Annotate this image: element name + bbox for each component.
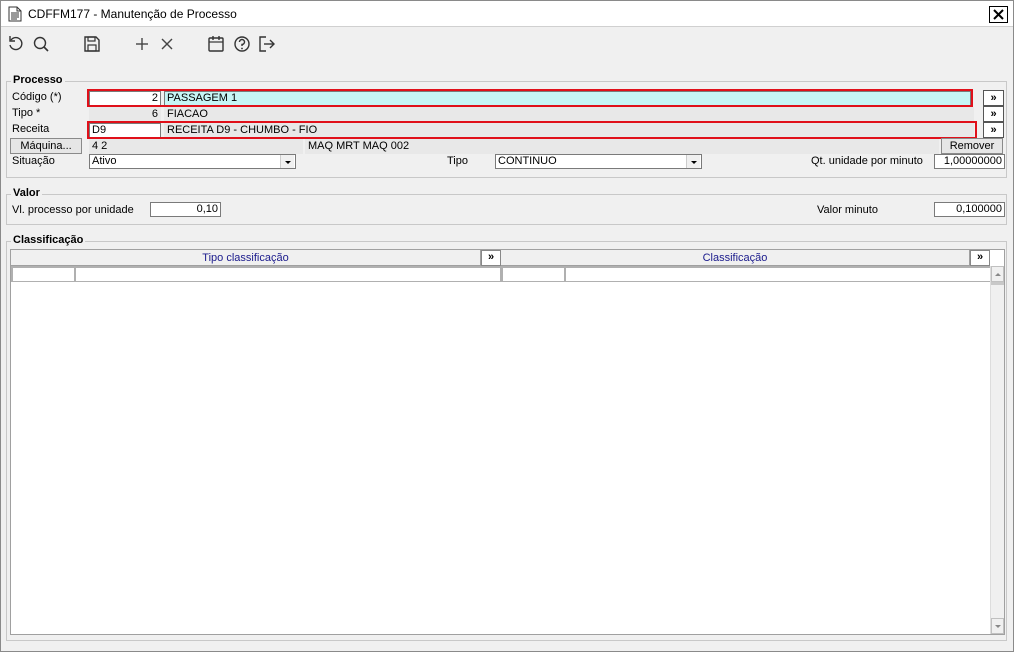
codigo-lookup-button[interactable]: » [983, 90, 1004, 106]
maquina-button[interactable]: Máquina... [10, 138, 82, 154]
maquina-field: 4 2 [89, 139, 303, 154]
column-header-tipo-classificacao[interactable]: Tipo classificação [11, 250, 481, 266]
classificacao-group-title: Classificação [11, 234, 86, 246]
maquina-description-field: MAQ MRT MAQ 002 [305, 139, 939, 154]
tipo-description-field[interactable]: FIACAO [164, 107, 974, 122]
scroll-thumb[interactable] [991, 282, 1004, 285]
toolbar [1, 28, 1013, 60]
tipo-field[interactable]: 6 [89, 107, 161, 122]
tipo-lookup-button[interactable]: » [983, 106, 1004, 122]
scroll-down-icon[interactable] [991, 618, 1004, 634]
codigo-description-field[interactable]: PASSAGEM 1 [164, 91, 971, 106]
tipo-classificacao-desc-cell[interactable] [74, 266, 501, 282]
search-icon [33, 36, 49, 52]
calendar-icon [208, 36, 224, 52]
add-icon [136, 38, 148, 50]
tipo-classificacao-code-cell[interactable] [11, 266, 75, 282]
qt-unidade-field[interactable]: 1,00000000 [934, 154, 1005, 169]
main-window: CDFFM177 - Manutenção de Processo Proces… [0, 0, 1014, 652]
chevron-down-icon[interactable] [686, 155, 700, 168]
chevron-down-icon[interactable] [280, 155, 294, 168]
classificacao-lookup-button[interactable]: » [970, 250, 990, 266]
column-header-classificacao[interactable]: Classificação [501, 250, 970, 266]
delete-button[interactable] [157, 34, 177, 54]
situacao-select[interactable]: Ativo [89, 154, 296, 169]
receita-lookup-button[interactable]: » [983, 122, 1004, 138]
refresh-button[interactable] [6, 34, 26, 54]
classificacao-desc-cell[interactable] [564, 266, 991, 282]
save-button[interactable] [82, 34, 102, 54]
situacao-value: Ativo [92, 155, 117, 167]
calendar-button[interactable] [206, 34, 226, 54]
situacao-label: Situação [12, 155, 55, 167]
refresh-icon [9, 36, 23, 51]
vl-processo-label: Vl. processo por unidade [12, 204, 134, 216]
qt-unidade-label: Qt. unidade por minuto [811, 155, 923, 167]
tipo2-label: Tipo [447, 155, 468, 167]
classificacao-grid: Tipo classificação » Classificação » [10, 249, 1005, 635]
document-icon [8, 6, 22, 22]
exit-icon [259, 36, 275, 52]
valor-group-title: Valor [11, 187, 42, 199]
help-button[interactable] [232, 34, 252, 54]
valor-minuto-field[interactable]: 0,100000 [934, 202, 1005, 217]
vl-processo-field[interactable]: 0,10 [150, 202, 221, 217]
valor-minuto-label: Valor minuto [817, 204, 878, 216]
remover-button[interactable]: Remover [941, 138, 1003, 154]
receita-description-field[interactable]: RECEITA D9 - CHUMBO - FIO [164, 123, 974, 138]
receita-field[interactable]: D9 [89, 123, 161, 138]
vertical-scrollbar[interactable] [990, 266, 1004, 634]
exit-button[interactable] [257, 34, 277, 54]
tipo-label: Tipo * [12, 107, 41, 119]
tipo2-value: CONTINUO [498, 155, 557, 167]
receita-label: Receita [12, 123, 50, 135]
help-icon [234, 36, 250, 52]
window-title: CDFFM177 - Manutenção de Processo [28, 7, 237, 21]
close-icon [993, 9, 1004, 20]
add-button[interactable] [132, 34, 152, 54]
title-bar: CDFFM177 - Manutenção de Processo [1, 1, 1013, 27]
tipo-classificacao-lookup-button[interactable]: » [481, 250, 501, 266]
processo-group-title: Processo [11, 74, 65, 86]
save-icon [84, 36, 100, 52]
scroll-up-icon[interactable] [991, 266, 1004, 282]
tipo2-select[interactable]: CONTINUO [495, 154, 702, 169]
codigo-label: Código (*) [12, 91, 62, 103]
search-button[interactable] [31, 34, 51, 54]
delete-icon [161, 38, 173, 50]
codigo-field[interactable]: 2 [89, 91, 161, 106]
classificacao-code-cell[interactable] [501, 266, 565, 282]
close-button[interactable] [989, 6, 1008, 23]
